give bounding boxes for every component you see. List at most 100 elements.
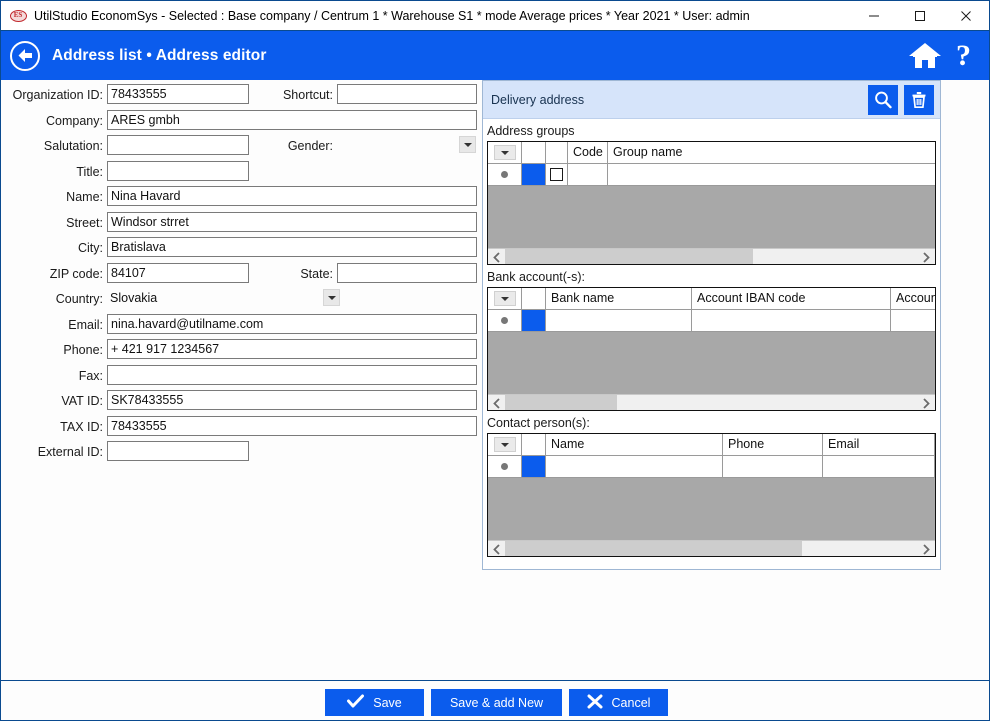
scroll-track[interactable] [505, 394, 918, 410]
country-dropdown-chevron-down-icon[interactable] [323, 289, 340, 306]
search-icon[interactable] [868, 84, 898, 115]
new-row-marker [488, 456, 522, 477]
name-input[interactable] [107, 186, 477, 206]
column-header-code[interactable]: Code [568, 142, 608, 163]
label-vat-id: VAT ID: [61, 394, 103, 408]
column-header-email[interactable]: Email [823, 434, 935, 455]
scroll-right-icon[interactable] [918, 394, 935, 410]
table-row[interactable] [488, 456, 935, 478]
zip-code-input[interactable] [107, 262, 249, 283]
scroll-track[interactable] [505, 248, 918, 264]
new-row-marker [488, 164, 522, 185]
external-id-input[interactable] [107, 441, 249, 461]
column-header-check [546, 142, 568, 163]
gender-combobox-value[interactable] [337, 135, 457, 155]
contact-persons-caption: Contact person(s): [487, 416, 590, 430]
contact-persons-grid[interactable]: Name Phone Email [487, 433, 936, 557]
scroll-left-icon[interactable] [488, 540, 505, 556]
street-input[interactable] [107, 211, 477, 232]
grid-menu-button[interactable] [488, 288, 522, 309]
scroll-left-icon[interactable] [488, 248, 505, 264]
column-header-bank-name[interactable]: Bank name [546, 288, 692, 309]
scroll-right-icon[interactable] [918, 248, 935, 264]
salutation-input[interactable] [107, 135, 249, 155]
vat-id-input[interactable] [107, 390, 477, 410]
label-country: Country: [55, 292, 103, 306]
scroll-left-icon[interactable] [488, 394, 505, 410]
bank-accounts-grid[interactable]: Bank name Account IBAN code Account [487, 287, 936, 411]
state-input[interactable] [337, 262, 477, 283]
country-combobox-value[interactable]: Slovakia [107, 288, 317, 308]
table-row[interactable] [488, 310, 935, 332]
es-logo-icon: ES [9, 7, 27, 25]
city-input[interactable] [107, 237, 477, 257]
label-street: Street: [66, 215, 103, 230]
column-header-select [522, 434, 546, 455]
label-gender: Gender: [287, 139, 333, 153]
label-shortcut: Shortcut: [282, 88, 333, 102]
maximize-icon[interactable] [897, 1, 943, 30]
scroll-thumb[interactable] [505, 248, 753, 264]
column-header-account[interactable]: Account [891, 288, 935, 309]
home-icon[interactable] [908, 41, 942, 71]
row-selector-cell[interactable] [522, 456, 546, 477]
close-icon[interactable] [943, 1, 989, 30]
column-header-group-name[interactable]: Group name [608, 142, 935, 163]
tax-id-input[interactable] [107, 415, 477, 436]
grid-empty-area [488, 478, 935, 540]
new-row-marker [488, 310, 522, 331]
phone-input[interactable] [107, 339, 477, 359]
cell-email[interactable] [823, 456, 935, 477]
help-icon[interactable]: ? [956, 40, 971, 71]
bank-accounts-block: Bank account(-s): Bank name Account IBAN… [487, 270, 936, 411]
back-arrow-icon[interactable] [10, 40, 40, 71]
cell-group-name[interactable] [608, 164, 935, 185]
row-selector-cell[interactable] [522, 310, 546, 331]
header-bar: Address list • Address editor ? [1, 31, 989, 80]
page-title: Address list • Address editor [52, 46, 267, 64]
grid-menu-button[interactable] [488, 434, 522, 455]
organization-id-input[interactable] [107, 84, 249, 104]
save-button[interactable]: Save [325, 689, 424, 716]
cell-name[interactable] [546, 456, 723, 477]
label-phone: Phone: [63, 343, 103, 357]
window-controls [851, 1, 989, 30]
cancel-button[interactable]: Cancel [569, 689, 668, 716]
column-header-name[interactable]: Name [546, 434, 723, 455]
delivery-address-bar: Delivery address [483, 81, 940, 119]
horizontal-scrollbar[interactable] [488, 248, 935, 264]
label-fax: Fax: [78, 368, 103, 383]
row-selector-cell[interactable] [522, 164, 546, 185]
horizontal-scrollbar[interactable] [488, 540, 935, 556]
fax-input[interactable] [107, 364, 477, 385]
shortcut-input[interactable] [337, 84, 477, 104]
cell-account[interactable] [891, 310, 935, 331]
column-header-phone[interactable]: Phone [723, 434, 823, 455]
title-input[interactable] [107, 160, 249, 181]
scroll-right-icon[interactable] [918, 540, 935, 556]
column-header-select [522, 142, 546, 163]
scroll-track[interactable] [505, 540, 918, 556]
grid-empty-area [488, 332, 935, 394]
company-input[interactable] [107, 109, 477, 130]
address-groups-grid[interactable]: Code Group name [487, 141, 936, 265]
scroll-thumb[interactable] [505, 394, 617, 410]
email-input[interactable] [107, 313, 477, 334]
grid-menu-button[interactable] [488, 142, 522, 163]
horizontal-scrollbar[interactable] [488, 394, 935, 410]
label-external-id: External ID: [37, 445, 103, 459]
gender-dropdown-chevron-down-icon[interactable] [459, 136, 476, 153]
minimize-icon[interactable] [851, 1, 897, 30]
cell-account-iban-code[interactable] [692, 310, 891, 331]
x-icon [587, 694, 603, 712]
cell-code[interactable] [568, 164, 608, 185]
cell-phone[interactable] [723, 456, 823, 477]
right-panel: Delivery address Address groups Code Gro… [482, 80, 941, 570]
scroll-thumb[interactable] [505, 540, 803, 556]
row-checkbox-cell[interactable] [546, 164, 568, 185]
cell-bank-name[interactable] [546, 310, 692, 331]
column-header-account-iban-code[interactable]: Account IBAN code [692, 288, 891, 309]
trash-icon[interactable] [904, 84, 934, 115]
table-row[interactable] [488, 164, 935, 186]
save-and-add-new-button[interactable]: Save & add New [431, 689, 562, 716]
